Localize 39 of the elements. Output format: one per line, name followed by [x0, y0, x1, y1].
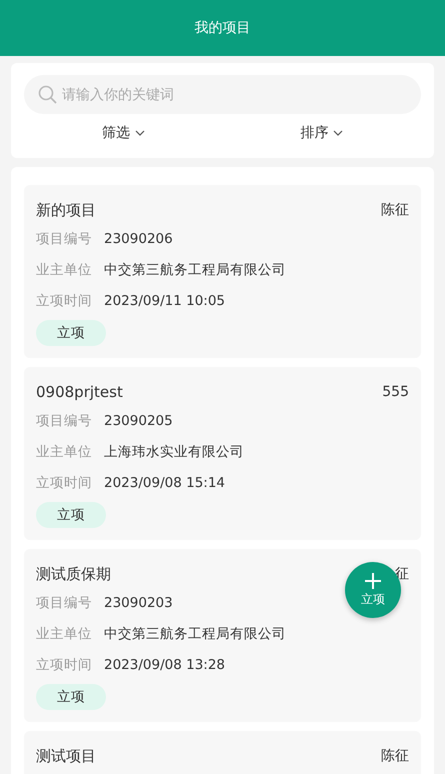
status-tag: 立项	[36, 684, 106, 710]
status-tag: 立项	[36, 320, 106, 346]
project-card[interactable]: 新的项目 陈征 项目编号 23090206 业主单位 中交第三航务工程局有限公司 立项时间 2023/09/11 10:05 立项	[24, 185, 421, 358]
search-field[interactable]: 请输入你的关键词	[24, 75, 421, 114]
project-title: 测试质保期	[36, 564, 111, 584]
field-value: 2023/09/11 10:05	[104, 292, 226, 308]
chevron-down-icon	[134, 130, 145, 136]
dropdown-button[interactable]: 排序	[298, 122, 346, 144]
project-card[interactable]: 0908prjtest 555 项目编号 23090205 业主单位 上海玮水实业有限公司 立项时间 2023/09/08 15:14 立项	[24, 367, 421, 540]
field-value: 2023/09/08 15:14	[104, 474, 226, 490]
field-value: 23090205	[104, 412, 173, 428]
project-title: 新的项目	[36, 200, 96, 220]
page-title: 我的项目	[194, 19, 250, 37]
project-title: 测试项目	[36, 746, 96, 766]
field-label: 立项时间	[36, 474, 92, 492]
field-value: 中交第三航务工程局有限公司	[104, 260, 286, 278]
field-label: 业主单位	[36, 624, 92, 642]
owner-name: 陈征	[381, 747, 409, 765]
field-label: 业主单位	[36, 260, 92, 278]
project-card[interactable]: 测试项目 陈征	[24, 731, 421, 774]
owner-name: 555	[382, 384, 409, 400]
chevron-down-icon	[333, 130, 344, 136]
status-tag: 立项	[36, 502, 106, 528]
field-value: 23090206	[104, 230, 173, 246]
field-value: 上海玮水实业有限公司	[104, 442, 244, 460]
project-title: 0908prjtest	[36, 383, 123, 401]
field-label: 项目编号	[36, 594, 92, 612]
owner-name: 陈征	[381, 201, 409, 219]
search-icon	[38, 85, 58, 105]
field-value: 23090203	[104, 594, 173, 610]
field-value: 中交第三航务工程局有限公司	[104, 624, 286, 642]
plus-icon	[364, 572, 382, 590]
dropdown-button[interactable]: 筛选	[100, 122, 147, 144]
field-label: 立项时间	[36, 656, 92, 674]
field-value: 2023/09/08 13:28	[104, 656, 226, 672]
field-label: 业主单位	[36, 442, 92, 460]
field-label: 项目编号	[36, 230, 92, 248]
field-label: 项目编号	[36, 412, 92, 430]
field-label: 立项时间	[36, 292, 92, 310]
